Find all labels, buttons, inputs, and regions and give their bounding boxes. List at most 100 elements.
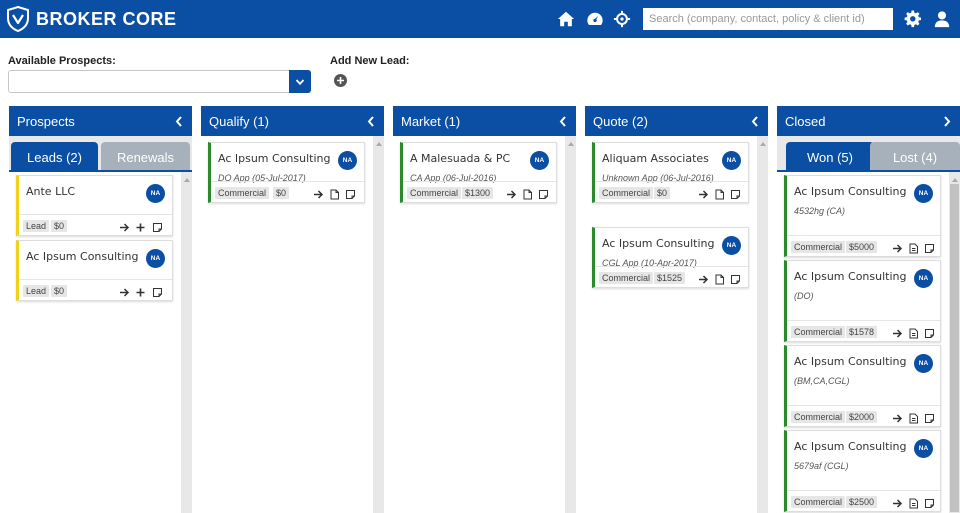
column-market: Market (1) A Malesuada & PC CA App (06-J… (393, 106, 576, 513)
lead-card[interactable]: Ante LLC NA Lead $0 (16, 175, 173, 236)
arrow-right-icon[interactable] (892, 496, 903, 508)
add-lead-button[interactable] (334, 74, 347, 87)
card-type-tag: Commercial (791, 496, 846, 508)
column-prospects: Prospects Leads (2) Renewals Ante LLC NA… (9, 106, 192, 513)
sticky-note-icon[interactable] (924, 411, 935, 423)
scroll-up-arrow[interactable] (376, 142, 382, 146)
card-company-name: Ac Ipsum Consulting (26, 250, 139, 263)
opportunity-card[interactable]: Ac Ipsum Consulting (BM,CA,CGL) NA Comme… (784, 345, 941, 427)
document-icon[interactable] (522, 187, 533, 200)
sticky-note-icon[interactable] (152, 285, 163, 297)
user-icon[interactable] (932, 9, 952, 29)
card-amount-tag: $0 (51, 285, 68, 297)
collapse-left-icon[interactable] (559, 115, 567, 127)
file-text-icon[interactable] (908, 496, 919, 509)
column-body: Ac Ipsum Consulting DO App (05-Jul-2017)… (201, 136, 373, 513)
lead-card[interactable]: Ac Ipsum Consulting NA Lead $0 (16, 240, 173, 301)
file-text-icon[interactable] (908, 411, 919, 424)
owner-avatar-badge[interactable]: NA (146, 184, 165, 203)
sticky-note-icon[interactable] (538, 187, 549, 199)
top-navbar: BROKER CORE (0, 0, 960, 38)
collapse-left-icon[interactable] (175, 115, 183, 127)
gear-icon[interactable] (903, 9, 923, 29)
brand-name: BROKER CORE (36, 8, 177, 29)
home-icon[interactable] (556, 9, 576, 29)
file-text-icon[interactable] (908, 241, 919, 254)
owner-avatar-badge[interactable]: NA (914, 439, 933, 458)
card-footer: Commercial $1578 (787, 320, 940, 341)
card-type-tag: Commercial (599, 187, 654, 199)
sticky-note-icon[interactable] (924, 496, 935, 508)
collapse-left-icon[interactable] (751, 115, 759, 127)
owner-avatar-badge[interactable]: NA (530, 151, 549, 170)
opportunity-card[interactable]: Ac Ipsum Consulting (DO) NA Commercial $… (784, 260, 941, 342)
card-amount-tag: $1578 (846, 326, 878, 338)
document-icon[interactable] (714, 187, 725, 200)
arrow-right-icon[interactable] (698, 187, 709, 199)
file-text-icon[interactable] (908, 326, 919, 339)
opportunity-card[interactable]: Aliquam Associates Unknown App (06-Jul-2… (592, 142, 749, 203)
expand-right-icon[interactable] (943, 115, 951, 127)
opportunity-card[interactable]: Ac Ipsum Consulting 5679af (CGL) NA Comm… (784, 430, 941, 512)
scrollbar-thumb[interactable] (950, 184, 959, 512)
opportunity-card[interactable]: Ac Ipsum Consulting DO App (05-Jul-2017)… (208, 142, 365, 203)
sticky-note-icon[interactable] (152, 220, 163, 232)
sticky-note-icon[interactable] (345, 187, 356, 199)
tab-renewals[interactable]: Renewals (101, 142, 190, 172)
sticky-note-icon[interactable] (924, 326, 935, 338)
tab-lost[interactable]: Lost (4) (870, 142, 960, 172)
available-prospects-select[interactable] (8, 70, 311, 93)
arrow-right-icon[interactable] (506, 187, 517, 199)
owner-avatar-badge[interactable]: NA (146, 249, 165, 268)
owner-avatar-badge[interactable]: NA (722, 236, 741, 255)
card-amount-tag: $2500 (846, 496, 878, 508)
card-company-name: Ac Ipsum Consulting (794, 185, 907, 198)
arrow-right-icon[interactable] (892, 411, 903, 423)
sticky-note-icon[interactable] (730, 272, 741, 284)
plus-icon[interactable] (135, 285, 146, 297)
document-icon[interactable] (329, 187, 340, 200)
opportunity-card[interactable]: A Malesuada & PC CA App (06-Jul-2016) NA… (400, 142, 557, 203)
tab-won[interactable]: Won (5) (786, 142, 874, 172)
owner-avatar-badge[interactable]: NA (914, 354, 933, 373)
scroll-up-arrow[interactable] (760, 142, 766, 146)
scroll-up-arrow[interactable] (568, 142, 574, 146)
opportunity-card[interactable]: Ac Ipsum Consulting CGL App (10-Apr-2017… (592, 227, 749, 288)
select-dropdown-button[interactable] (289, 70, 311, 93)
card-company-name: A Malesuada & PC (410, 152, 511, 165)
arrow-right-icon[interactable] (119, 285, 130, 297)
card-company-name: Ac Ipsum Consulting (794, 355, 907, 368)
scroll-up-arrow[interactable] (184, 178, 190, 182)
arrow-right-icon[interactable] (313, 187, 324, 199)
card-amount-tag: $0 (654, 187, 671, 199)
plus-icon[interactable] (135, 220, 146, 232)
document-icon[interactable] (714, 272, 725, 285)
card-type-tag: Commercial (791, 241, 846, 253)
global-search-input[interactable] (643, 8, 893, 30)
dashboard-gauge-icon[interactable] (585, 9, 605, 29)
owner-avatar-badge[interactable]: NA (914, 269, 933, 288)
arrow-right-icon[interactable] (698, 272, 709, 284)
column-title: Market (1) (401, 113, 461, 129)
arrow-right-icon[interactable] (892, 326, 903, 338)
arrow-right-icon[interactable] (892, 241, 903, 253)
sticky-note-icon[interactable] (924, 241, 935, 253)
owner-avatar-badge[interactable]: NA (338, 151, 357, 170)
column-header: Closed (777, 106, 960, 136)
brand-logo[interactable]: BROKER CORE (6, 5, 177, 33)
card-policy-info: (BM,CA,CGL) (794, 376, 850, 386)
crosshairs-icon[interactable] (612, 9, 632, 29)
column-header: Prospects (9, 106, 192, 136)
card-type-tag: Commercial (599, 272, 654, 284)
card-type-tag: Lead (23, 285, 50, 297)
sticky-note-icon[interactable] (730, 187, 741, 199)
opportunity-card[interactable]: Ac Ipsum Consulting 4532hg (CA) NA Comme… (784, 175, 941, 257)
owner-avatar-badge[interactable]: NA (914, 184, 933, 203)
tab-leads[interactable]: Leads (2) (11, 142, 98, 172)
owner-avatar-badge[interactable]: NA (722, 151, 741, 170)
collapse-left-icon[interactable] (367, 115, 375, 127)
card-policy-info: (DO) (794, 291, 814, 301)
scroll-up-arrow[interactable] (952, 178, 958, 182)
arrow-right-icon[interactable] (119, 220, 130, 232)
card-policy-info: 4532hg (CA) (794, 206, 846, 216)
